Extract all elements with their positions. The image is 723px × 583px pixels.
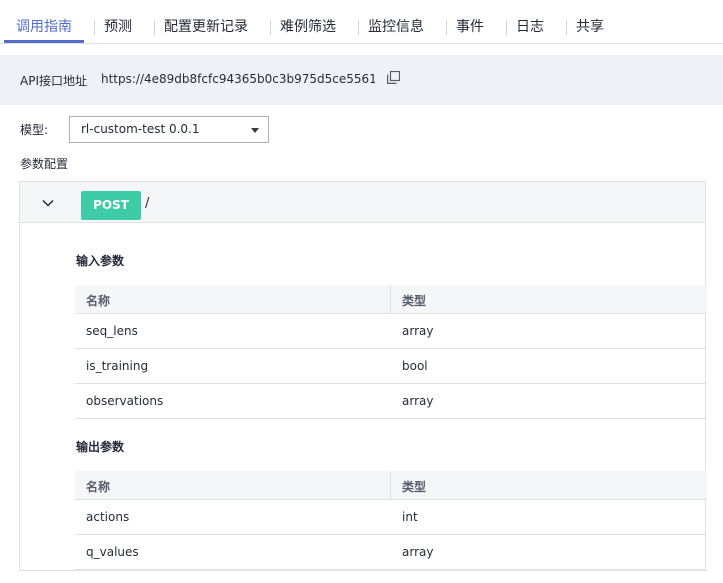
api-address-url: https://4e89db8fcfc94365b0c3b975d5ce5561… [101, 72, 375, 86]
tab-separator [506, 20, 507, 35]
model-label: 模型: [20, 123, 49, 137]
model-select[interactable]: rl-custom-test 0.0.1 [69, 116, 269, 143]
param-type: bool [402, 359, 428, 373]
tab-events[interactable]: 事件 [456, 17, 484, 37]
table-row: q_values array [75, 535, 707, 570]
tab-separator [270, 20, 271, 35]
column-header-type: 类型 [402, 480, 427, 494]
table-row: seq_lens array [75, 314, 707, 349]
tab-share[interactable]: 共享 [576, 17, 604, 37]
endpoint-header[interactable]: POST / [20, 182, 705, 223]
endpoint-panel: POST / 输入参数 名称 类型 seq_lens array is_trai… [19, 181, 707, 571]
tab-logs[interactable]: 日志 [516, 17, 544, 37]
tab-predict[interactable]: 预测 [104, 17, 132, 37]
param-type: array [402, 394, 434, 408]
active-tab-indicator [4, 40, 84, 43]
tab-bar: 调用指南 预测 配置更新记录 难例筛选 监控信息 事件 日志 共享 [0, 0, 723, 44]
param-name: observations [86, 394, 164, 408]
param-name: actions [86, 510, 130, 524]
tab-separator [358, 20, 359, 35]
caret-down-icon [251, 128, 259, 133]
param-type: array [402, 324, 434, 338]
param-name: is_training [86, 359, 149, 373]
input-params-table: 名称 类型 seq_lens array is_training bool ob… [75, 285, 707, 419]
tab-separator [446, 20, 447, 35]
column-header-name: 名称 [86, 294, 111, 308]
api-address-label: API接口地址 [20, 74, 87, 88]
table-row: observations array [75, 384, 707, 419]
column-separator [390, 471, 391, 499]
param-name: q_values [86, 545, 139, 559]
tab-call-guide[interactable]: 调用指南 [16, 17, 72, 37]
tab-hard-examples[interactable]: 难例筛选 [280, 17, 336, 37]
column-separator [390, 285, 391, 313]
column-header-name: 名称 [86, 480, 111, 494]
api-address-bar: API接口地址 https://4e89db8fcfc94365b0c3b975… [0, 55, 723, 105]
table-row: is_training bool [75, 349, 707, 384]
output-params-table: 名称 类型 actions int q_values array [75, 471, 707, 570]
tab-config-history[interactable]: 配置更新记录 [164, 17, 248, 37]
table-header: 名称 类型 [75, 471, 707, 500]
chevron-down-icon[interactable] [42, 197, 54, 209]
tab-monitoring[interactable]: 监控信息 [368, 17, 424, 37]
param-type: int [402, 510, 418, 524]
column-header-type: 类型 [402, 294, 427, 308]
table-row: actions int [75, 500, 707, 535]
copy-icon[interactable] [387, 71, 400, 84]
tab-separator [94, 20, 95, 35]
endpoint-path: / [145, 196, 150, 211]
input-params-title: 输入参数 [76, 254, 125, 268]
tab-separator [566, 20, 567, 35]
tab-separator [154, 20, 155, 35]
model-select-value: rl-custom-test 0.0.1 [81, 122, 200, 136]
table-header: 名称 类型 [75, 285, 707, 314]
param-type: array [402, 545, 434, 559]
output-params-title: 输出参数 [76, 440, 125, 454]
params-config-title: 参数配置 [20, 157, 69, 171]
method-badge: POST [81, 191, 141, 220]
param-name: seq_lens [86, 324, 138, 338]
